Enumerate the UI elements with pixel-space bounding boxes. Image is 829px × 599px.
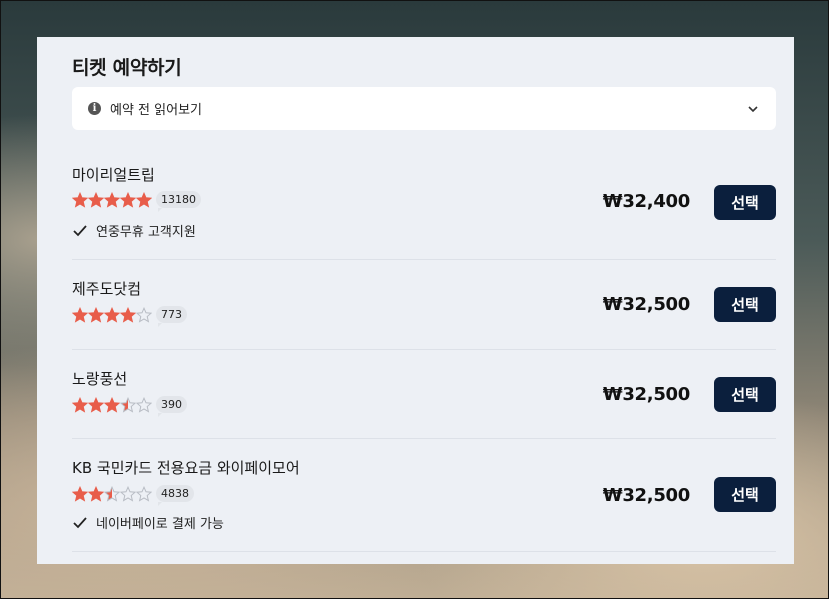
star-filled-icon (120, 191, 136, 208)
background-image: 티켓 예약하기 i 예약 전 읽어보기 마이리얼트립 13180 연중무휴 고객… (0, 0, 829, 599)
star-filled-icon (104, 306, 120, 323)
vendor-name: KB 국민카드 전용요금 와이페이모어 (72, 459, 300, 477)
rating: 390 (72, 396, 187, 417)
star-filled-icon (136, 191, 152, 208)
star-filled-icon (88, 396, 104, 413)
star-filled-icon (88, 306, 104, 323)
select-button[interactable]: 선택 (714, 477, 776, 512)
feature-item: 연중무휴 고객지원 (72, 221, 196, 240)
feature-label: 연중무휴 고객지원 (96, 225, 196, 240)
price: ₩32,500 (602, 485, 691, 506)
vendor-name: 노랑풍선 (72, 370, 128, 388)
star-empty-icon (136, 306, 152, 323)
star-rating (72, 191, 152, 208)
vendor-name: 마이리얼트립 (72, 166, 155, 184)
star-rating (72, 396, 152, 413)
star-rating (72, 485, 152, 502)
star-filled-icon (104, 191, 120, 208)
star-empty-icon (136, 396, 152, 413)
star-filled-icon (72, 191, 88, 208)
notice-label: 예약 전 읽어보기 (110, 103, 202, 118)
price: ₩32,400 (602, 191, 691, 212)
star-half-icon (104, 485, 120, 502)
select-button[interactable]: 선택 (714, 185, 776, 220)
offer-row: 노랑풍선 390 ₩32,500 선택 (72, 350, 776, 439)
star-filled-icon (88, 191, 104, 208)
review-count-badge: 13180 (156, 191, 201, 212)
star-rating (72, 306, 152, 323)
review-count-badge: 773 (156, 306, 187, 327)
star-filled-icon (72, 306, 88, 323)
offer-list: 마이리얼트립 13180 연중무휴 고객지원 ₩32,400 선택 제주도닷컴 (72, 149, 776, 552)
ticket-booking-panel: 티켓 예약하기 i 예약 전 읽어보기 마이리얼트립 13180 연중무휴 고객… (37, 37, 794, 564)
star-empty-icon (136, 485, 152, 502)
vendor-name: 제주도닷컴 (72, 280, 142, 298)
offer-row: 마이리얼트립 13180 연중무휴 고객지원 ₩32,400 선택 (72, 149, 776, 260)
price: ₩32,500 (602, 384, 691, 405)
star-empty-icon (120, 485, 136, 502)
page-title: 티켓 예약하기 (72, 57, 182, 79)
feature-item: 네이버페이로 결제 가능 (72, 513, 224, 532)
offer-row: 제주도닷컴 773 ₩32,500 선택 (72, 260, 776, 350)
checkmark-icon (73, 224, 87, 236)
select-button[interactable]: 선택 (714, 377, 776, 412)
feature-label: 네이버페이로 결제 가능 (96, 517, 224, 532)
info-icon: i (88, 102, 101, 115)
rating: 4838 (72, 485, 194, 506)
star-filled-icon (72, 396, 88, 413)
price: ₩32,500 (602, 294, 691, 315)
star-half-icon (120, 396, 136, 413)
checkmark-icon (73, 516, 87, 528)
star-filled-icon (120, 306, 136, 323)
offer-row: KB 국민카드 전용요금 와이페이모어 4838 네이버페이로 결제 가능 ₩3… (72, 439, 776, 552)
star-filled-icon (104, 396, 120, 413)
review-count-badge: 4838 (156, 485, 194, 506)
review-count-badge: 390 (156, 396, 187, 417)
chevron-down-icon[interactable] (746, 102, 760, 116)
rating: 13180 (72, 191, 201, 212)
pre-booking-notice-accordion[interactable]: i 예약 전 읽어보기 (72, 87, 776, 130)
star-filled-icon (88, 485, 104, 502)
star-filled-icon (72, 485, 88, 502)
rating: 773 (72, 306, 187, 327)
select-button[interactable]: 선택 (714, 287, 776, 322)
